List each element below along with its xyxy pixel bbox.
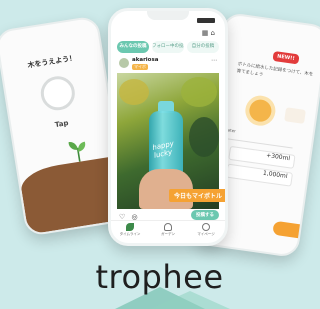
- submit-tab[interactable]: [272, 220, 304, 239]
- tree-icon: [164, 223, 172, 231]
- post-tag-badge: マイボ: [132, 64, 148, 70]
- tab-following[interactable]: フォロー中の投稿: [152, 41, 184, 53]
- tap-circle-button[interactable]: [38, 73, 78, 113]
- nav-label: タイムライン: [119, 232, 141, 236]
- profile-icon: [202, 223, 210, 231]
- sprout-icon: [68, 141, 86, 162]
- timeline-tabs: みんなの投稿 フォロー中の投稿 自分の投稿: [117, 41, 219, 53]
- water-log-description: ボトルに給水した記録をつけて、木を育てましょう: [236, 62, 314, 78]
- avatar[interactable]: [119, 58, 129, 68]
- post-caption: 今日もマイボトル: [169, 189, 225, 202]
- nav-item-garden[interactable]: ガーデン: [154, 221, 182, 240]
- header-icons[interactable]: ▦ ⌂: [202, 29, 215, 37]
- home-icon: [126, 223, 134, 231]
- post-username[interactable]: akariosa: [132, 57, 158, 63]
- foliage-shape: [181, 77, 217, 107]
- brand-logo: trophee: [95, 258, 224, 296]
- nav-item-mypage[interactable]: マイページ: [192, 221, 220, 240]
- more-icon[interactable]: ⋯: [211, 57, 217, 64]
- bottom-navigation: タイムライン ガーデン マイページ: [111, 220, 225, 240]
- status-bar: [111, 15, 225, 27]
- plant-tree-title: 木をうえよう！: [27, 54, 77, 70]
- foliage-shape: [119, 79, 149, 105]
- post-header: akariosa マイボ ⋯: [119, 57, 217, 71]
- nav-item-timeline[interactable]: タイムライン: [116, 221, 144, 240]
- post-button[interactable]: 投稿する: [191, 210, 219, 220]
- foliage-shape: [189, 117, 219, 157]
- water-select[interactable]: water: [223, 126, 295, 149]
- side-card: [284, 107, 306, 124]
- new-badge: NEW!!: [272, 50, 300, 65]
- nav-label: ガーデン: [161, 232, 175, 236]
- tab-everyone[interactable]: みんなの投稿: [117, 41, 149, 53]
- tap-label: Tap: [54, 119, 70, 130]
- tab-mine[interactable]: 自分の投稿: [187, 41, 219, 53]
- nav-label: マイページ: [197, 232, 215, 236]
- battery-icon: [197, 18, 215, 23]
- phone-center-timeline: ▦ ⌂ みんなの投稿 フォロー中の投稿 自分の投稿 akariosa マイボ ⋯…: [108, 8, 228, 246]
